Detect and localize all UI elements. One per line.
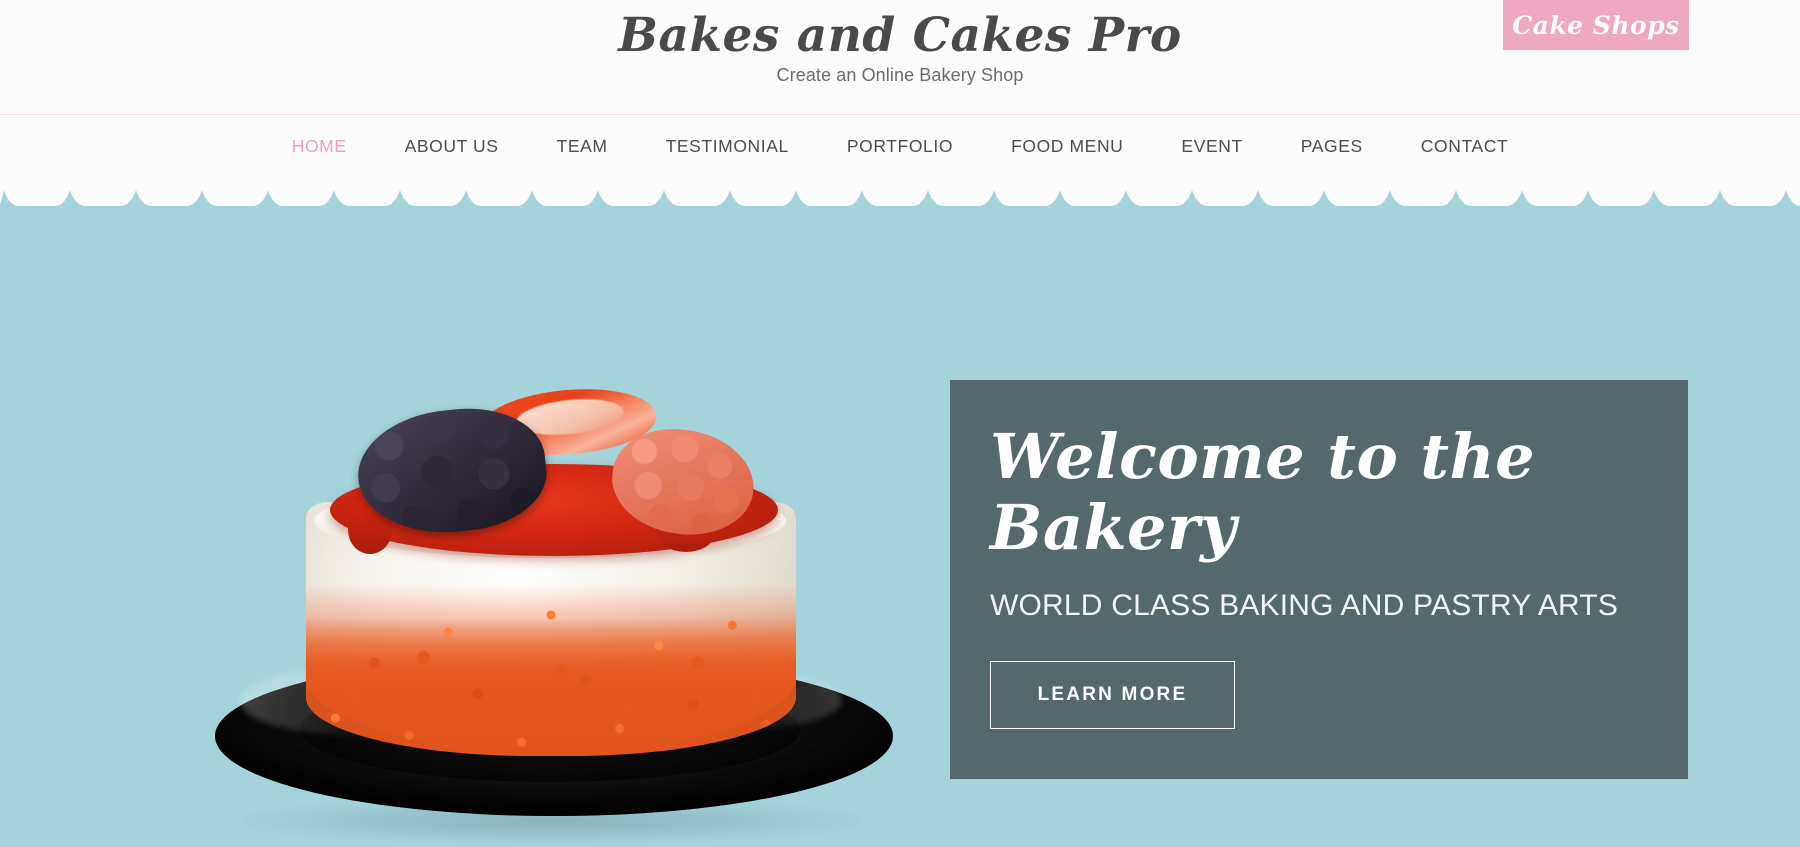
main-navigation: HOME ABOUT US TEAM TESTIMONIAL PORTFOLIO… (0, 115, 1800, 178)
site-header: Bakes and Cakes Pro Create an Online Bak… (0, 0, 1800, 115)
cake-photo (180, 378, 960, 847)
hero-title: Welcome to the Bakery (990, 420, 1550, 564)
nav-item-pages[interactable]: PAGES (1272, 136, 1392, 156)
page-root: Bakes and Cakes Pro Create an Online Bak… (0, 0, 1800, 847)
hero-title-line-2: Bakery (990, 490, 1237, 564)
nav-item-home[interactable]: HOME (263, 136, 376, 156)
site-tagline: Create an Online Bakery Shop (776, 65, 1024, 86)
nav-item-contact[interactable]: CONTACT (1392, 136, 1537, 156)
nav-item-portfolio[interactable]: PORTFOLIO (818, 136, 982, 156)
hero-banner: Welcome to the Bakery WORLD CLASS BAKING… (0, 178, 1800, 847)
nav-item-event[interactable]: EVENT (1152, 136, 1271, 156)
nav-item-testimonial[interactable]: TESTIMONIAL (637, 136, 818, 156)
cake-shops-button[interactable]: Cake Shops (1503, 0, 1689, 50)
nav-item-about-us[interactable]: ABOUT US (376, 136, 528, 156)
nav-item-team[interactable]: TEAM (528, 136, 637, 156)
nav-item-food-menu[interactable]: FOOD MENU (982, 136, 1152, 156)
nav-list: HOME ABOUT US TEAM TESTIMONIAL PORTFOLIO… (263, 136, 1538, 157)
scalloped-divider (0, 178, 1800, 206)
hero-overlay-panel: Welcome to the Bakery WORLD CLASS BAKING… (950, 380, 1688, 779)
hero-title-line-1: Welcome to the (990, 420, 1536, 493)
hero-subtitle: WORLD CLASS BAKING AND PASTRY ARTS (990, 589, 1619, 623)
learn-more-button[interactable]: LEARN MORE (990, 661, 1235, 730)
orange-crumb-coating (306, 584, 796, 756)
cake-shops-button-label: Cake Shops (1512, 10, 1680, 40)
